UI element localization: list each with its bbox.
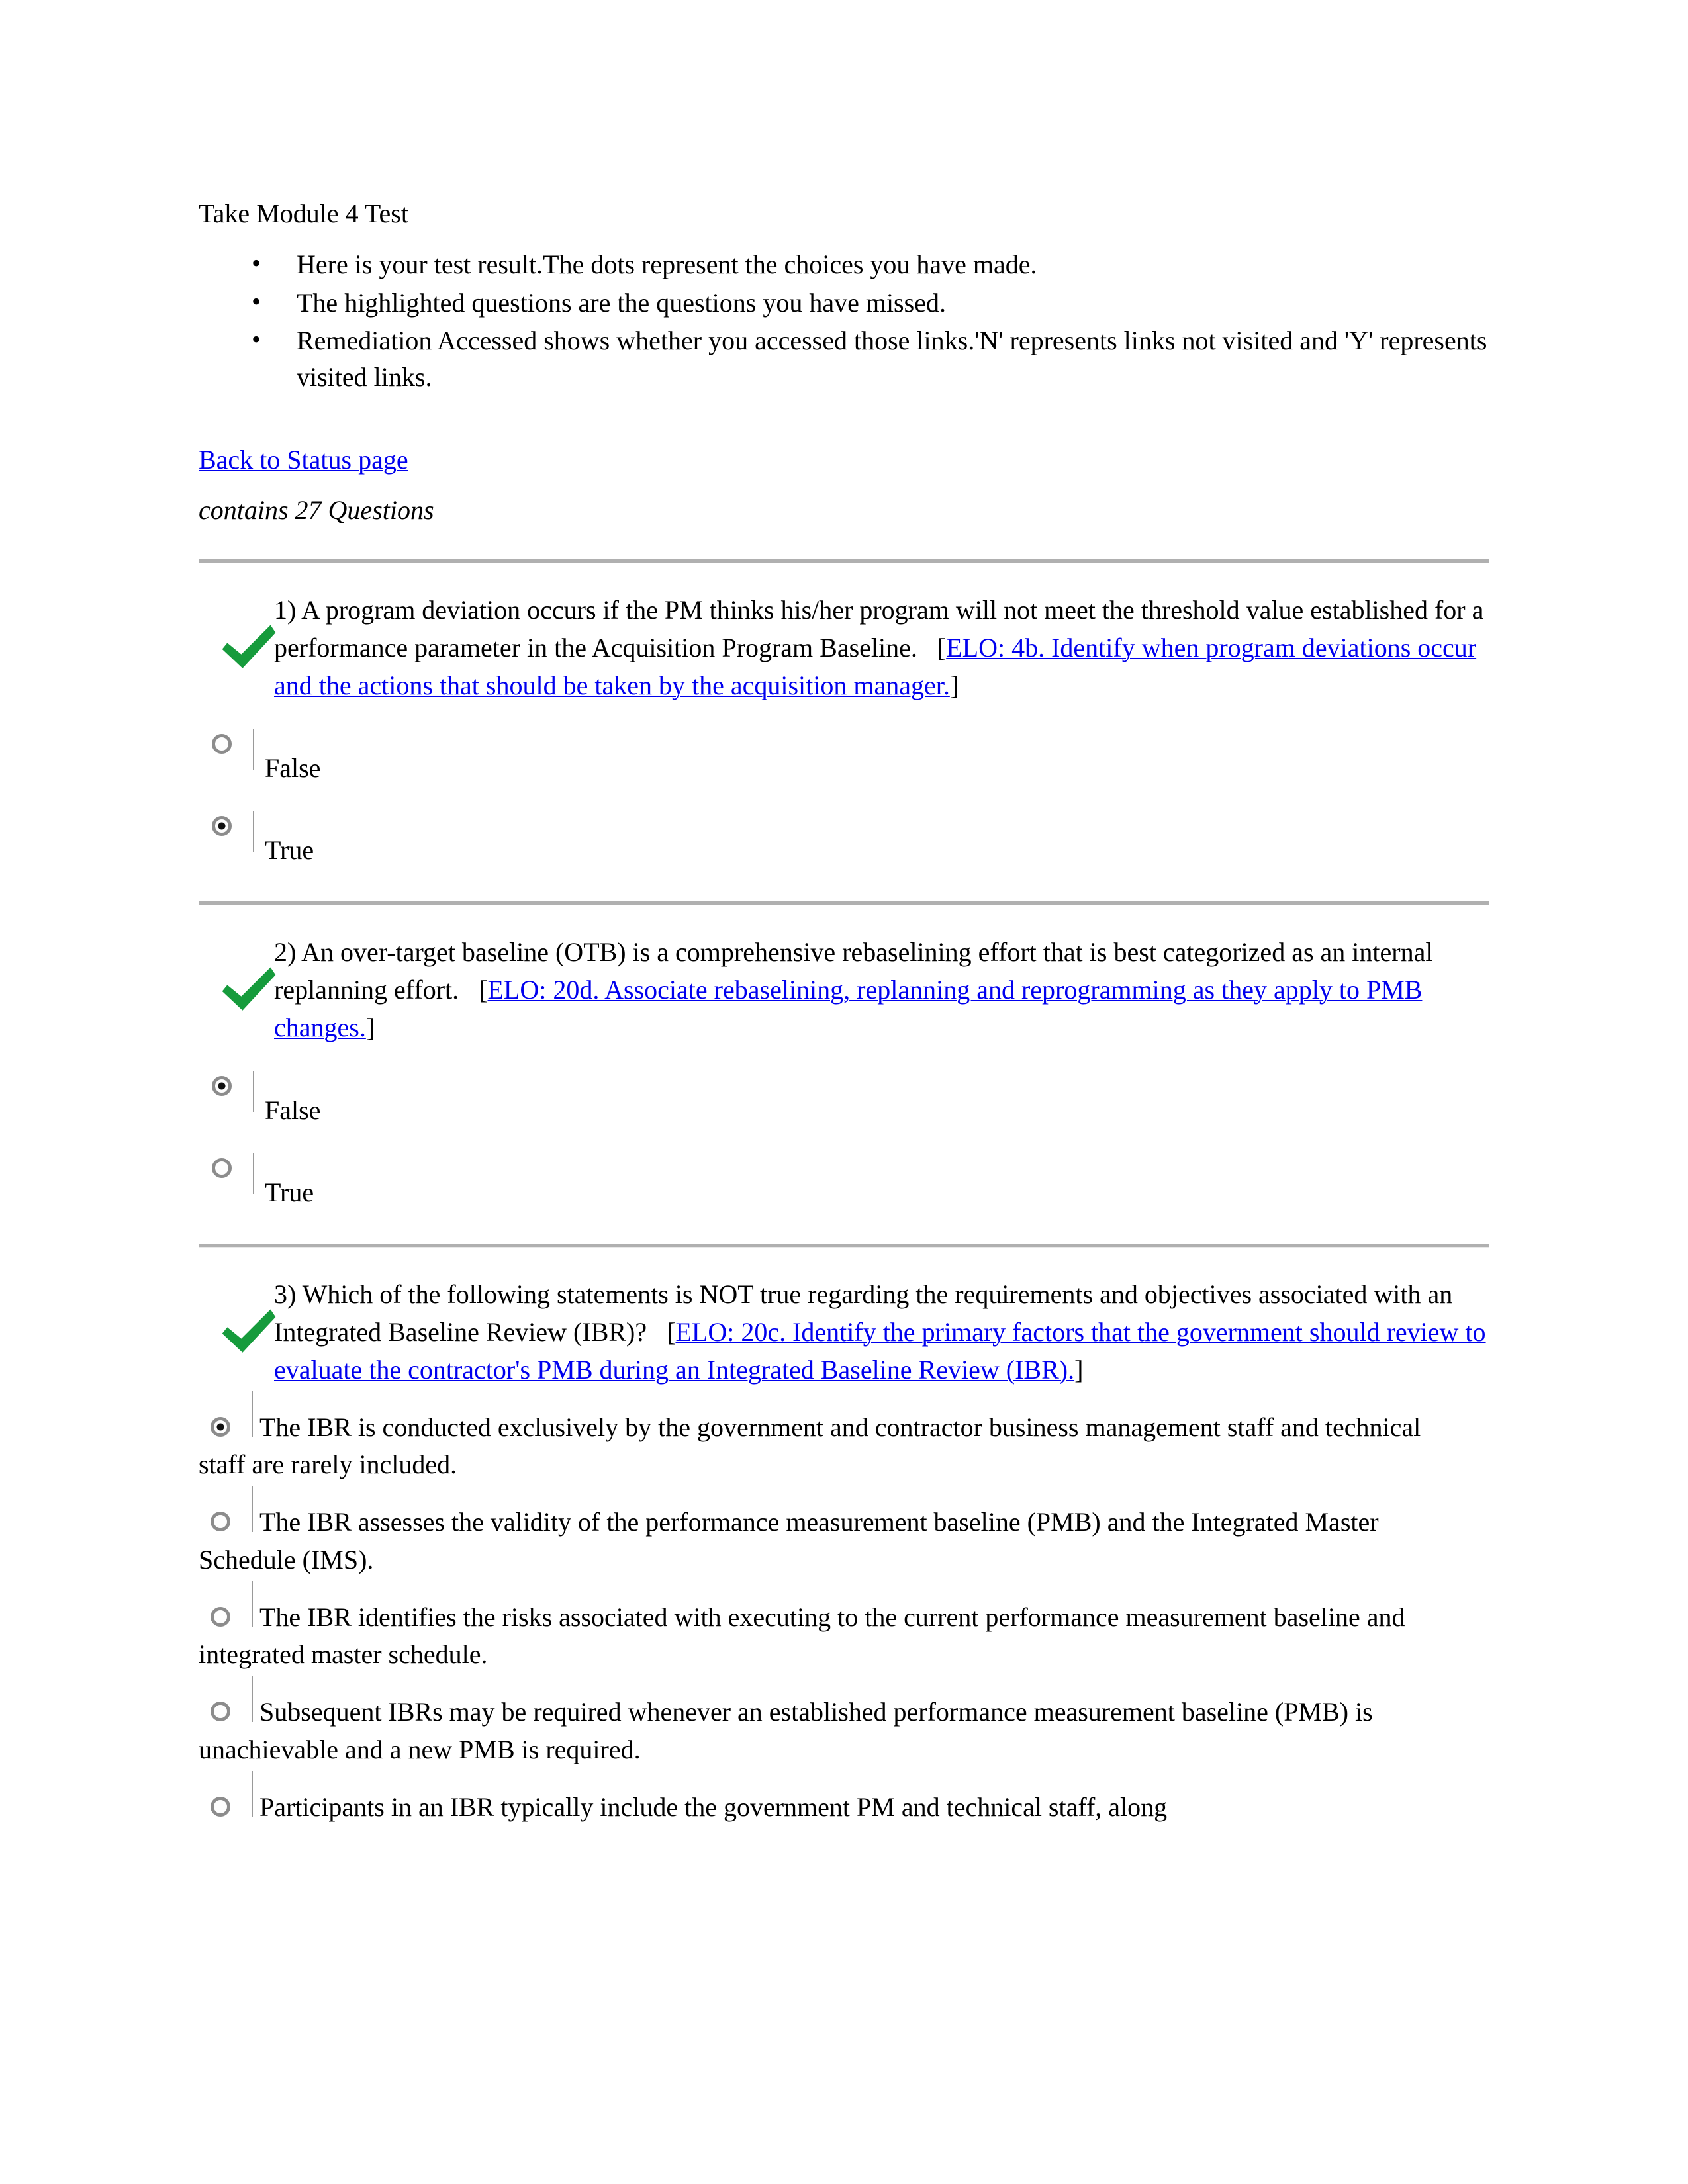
radio-slot[interactable]: [199, 1390, 259, 1440]
list-item: Here is your test result.The dots repres…: [199, 245, 1489, 283]
radio-slot[interactable]: [199, 1580, 259, 1630]
radio-slot[interactable]: [199, 1676, 259, 1725]
green-check-icon: [217, 1300, 281, 1364]
question-text: 3) Which of the following statements is …: [274, 1276, 1489, 1388]
option-tick-mark: [252, 1390, 253, 1437]
radio-button-unselected[interactable]: [211, 1796, 230, 1817]
answer-option-label: False: [265, 752, 321, 783]
question-stem-row: 1) A program deviation occurs if the PM …: [199, 592, 1489, 704]
option-tick-mark: [252, 1486, 253, 1533]
list-item: The highlighted questions are the questi…: [199, 283, 1489, 321]
option-tick-mark: [252, 1770, 253, 1817]
divider: [199, 559, 1489, 563]
bracket-open: [: [667, 1316, 676, 1347]
option-tick-mark: [253, 811, 254, 852]
radio-button-unselected[interactable]: [212, 1158, 232, 1179]
radio-button-unselected[interactable]: [211, 1702, 230, 1722]
answer-option[interactable]: True: [199, 1149, 1489, 1212]
answer-options: False True: [199, 725, 1489, 870]
answer-option[interactable]: Subsequent IBRs may be required whenever…: [199, 1676, 1456, 1769]
question-block: 3) Which of the following statements is …: [199, 1276, 1489, 1827]
option-tick-mark: [253, 728, 254, 770]
option-tick-mark: [253, 1070, 254, 1112]
option-tick-mark: [252, 1580, 253, 1627]
bracket-open: [: [479, 974, 488, 1005]
answer-options: The IBR is conducted exclusively by the …: [199, 1390, 1489, 1827]
answer-option[interactable]: The IBR assesses the validity of the per…: [199, 1486, 1456, 1579]
answer-option[interactable]: Participants in an IBR typically include…: [199, 1770, 1456, 1827]
question-text: 2) An over-target baseline (OTB) is a co…: [274, 934, 1489, 1046]
answer-option-label: The IBR identifies the risks associated …: [199, 1602, 1405, 1670]
page-title: Take Module 4 Test: [199, 199, 408, 228]
answer-option[interactable]: The IBR is conducted exclusively by the …: [199, 1390, 1456, 1484]
question-block: 1) A program deviation occurs if the PM …: [199, 592, 1489, 870]
back-to-status-link-row: Back to Status page: [199, 443, 1489, 477]
list-item: Remediation Accessed shows whether you a…: [199, 321, 1489, 395]
answer-option[interactable]: True: [199, 807, 1489, 870]
question-count-label: contains 27 Questions: [199, 495, 434, 525]
radio-button-unselected[interactable]: [211, 1512, 230, 1532]
answer-option[interactable]: False: [199, 1067, 1489, 1130]
option-tick-mark: [252, 1676, 253, 1723]
radio-button-selected[interactable]: [212, 1075, 232, 1096]
question-text: 1) A program deviation occurs if the PM …: [274, 592, 1489, 704]
bracket-close: ]: [365, 1012, 375, 1042]
answer-option[interactable]: False: [199, 725, 1489, 788]
answer-option-label: True: [265, 1177, 314, 1208]
back-to-status-link[interactable]: Back to Status page: [199, 445, 408, 475]
answer-option-label: The IBR assesses the validity of the per…: [199, 1507, 1379, 1574]
option-tick-mark: [253, 1153, 254, 1195]
bracket-close: ]: [949, 670, 959, 700]
question-stem-row: 2) An over-target baseline (OTB) is a co…: [199, 934, 1489, 1046]
bracket-open: [: [937, 632, 947, 662]
green-check-icon: [217, 958, 281, 1022]
radio-button-unselected[interactable]: [211, 1606, 230, 1627]
test-result-page: Take Module 4 Test Here is your test res…: [0, 0, 1688, 2184]
radio-button-selected[interactable]: [211, 1416, 230, 1437]
radio-button-selected[interactable]: [212, 816, 232, 837]
answer-option[interactable]: The IBR identifies the risks associated …: [199, 1580, 1456, 1674]
answer-options: False True: [199, 1067, 1489, 1212]
radio-button-unselected[interactable]: [212, 733, 232, 754]
answer-option-label: False: [265, 1095, 321, 1125]
question-block: 2) An over-target baseline (OTB) is a co…: [199, 934, 1489, 1212]
bracket-close: ]: [1074, 1354, 1084, 1385]
divider: [199, 901, 1489, 905]
answer-option-label: True: [265, 835, 314, 866]
question-stem-row: 3) Which of the following statements is …: [199, 1276, 1489, 1388]
green-check-icon: [217, 616, 281, 680]
radio-slot[interactable]: [199, 1486, 259, 1535]
radio-slot[interactable]: [199, 1770, 259, 1820]
answer-option-label: Subsequent IBRs may be required whenever…: [199, 1697, 1373, 1765]
answer-option-label: Participants in an IBR typically include…: [259, 1792, 1168, 1822]
instructions-list: Here is your test result.The dots repres…: [199, 245, 1489, 395]
answer-option-label: The IBR is conducted exclusively by the …: [199, 1412, 1421, 1480]
divider: [199, 1244, 1489, 1248]
